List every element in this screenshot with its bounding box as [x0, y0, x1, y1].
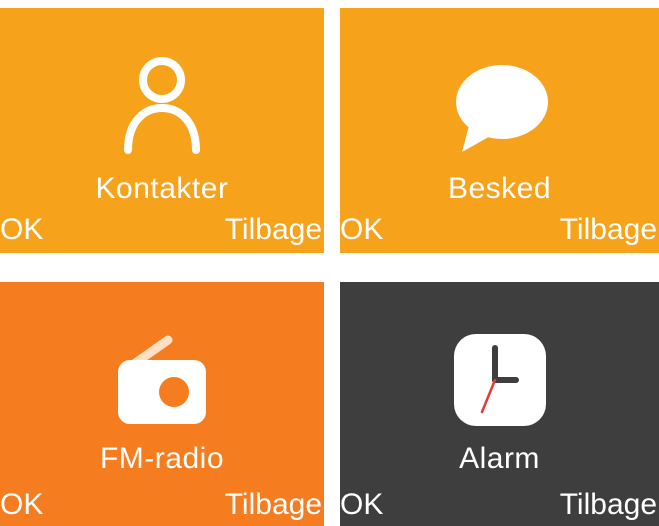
tile-fm-radio[interactable]: FM-radio OK Tilbage — [0, 282, 324, 526]
tile-message[interactable]: Besked OK Tilbage — [340, 8, 659, 253]
alarm-clock-icon — [450, 330, 550, 430]
tile-label: Kontakter — [95, 172, 229, 205]
tile-label: Besked — [447, 172, 552, 205]
tile-label: Alarm — [459, 442, 540, 475]
softkey-ok[interactable]: OK — [0, 488, 43, 522]
tile-contacts[interactable]: Kontakter OK Tilbage — [0, 8, 324, 253]
tile-alarm[interactable]: Alarm OK Tilbage — [340, 282, 659, 526]
softkey-ok[interactable]: OK — [340, 488, 383, 522]
softkey-back[interactable]: Tilbage — [225, 488, 322, 522]
message-bubble-icon — [450, 56, 550, 156]
softkey-back[interactable]: Tilbage — [225, 213, 322, 247]
softkey-back[interactable]: Tilbage — [560, 488, 657, 522]
contact-person-icon — [112, 56, 212, 156]
radio-icon — [112, 330, 212, 430]
softkey-back[interactable]: Tilbage — [560, 213, 657, 247]
softkey-ok[interactable]: OK — [0, 213, 43, 247]
softkey-ok[interactable]: OK — [340, 213, 383, 247]
tile-label: FM-radio — [99, 442, 224, 475]
